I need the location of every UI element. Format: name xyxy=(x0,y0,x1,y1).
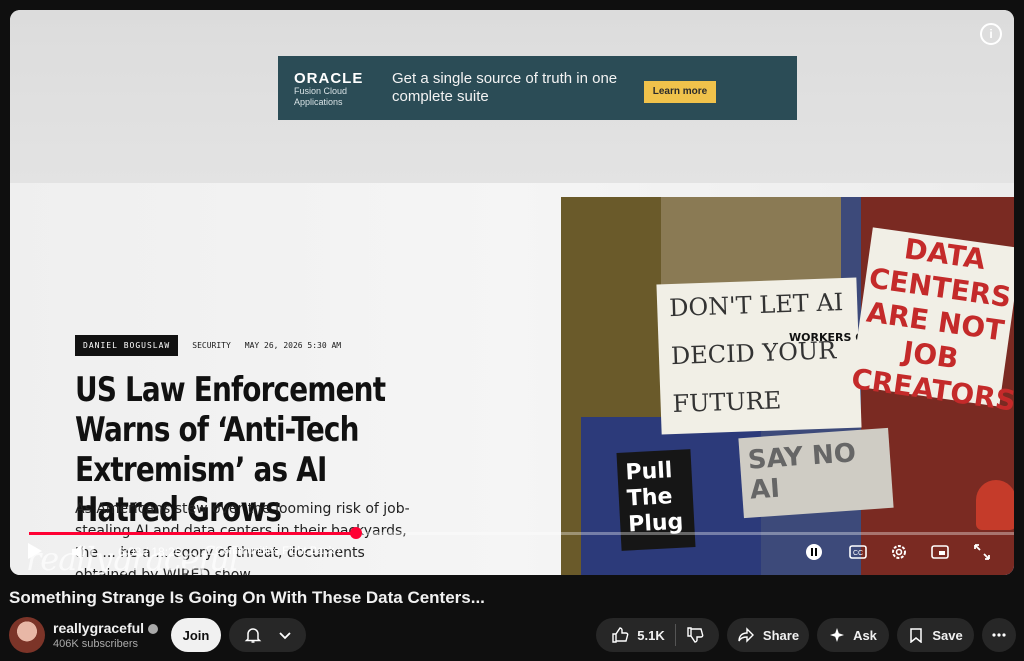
share-label: Share xyxy=(762,627,800,643)
like-count[interactable]: 5.1K xyxy=(637,628,664,643)
sign-dont-let-ai: DON'T LET AI DECID YOUR FUTURE xyxy=(656,277,862,435)
ask-label: Ask xyxy=(853,627,877,643)
article-date: MAY 26, 2026 5:30 AM xyxy=(244,340,342,350)
more-icon xyxy=(991,627,1007,643)
article-author: DANIEL BOGUSLAW xyxy=(75,334,179,356)
subscriber-count: 406K subscribers xyxy=(53,638,138,650)
share-button[interactable]: Share xyxy=(727,618,809,652)
verified-icon xyxy=(148,624,159,635)
like-dislike-bar: 5.1K xyxy=(596,618,719,652)
ad-banner[interactable]: ORACLE Fusion Cloud Applications Get a s… xyxy=(278,56,797,120)
video-player[interactable]: i ORACLE Fusion Cloud Applications Get a… xyxy=(10,10,1014,575)
progress-bar[interactable] xyxy=(29,527,1014,539)
chapter-title[interactable]: Communities Fight Back › xyxy=(215,545,341,557)
save-icon xyxy=(908,627,924,643)
ask-icon xyxy=(829,627,845,643)
ad-learn-more-button[interactable]: Learn more xyxy=(644,81,716,103)
article-byline: DANIEL BOGUSLAW SECURITY MAY 26, 2026 5:… xyxy=(75,334,341,356)
volume-icon[interactable] xyxy=(70,543,86,559)
ad-copy: Get a single source of truth in one comp… xyxy=(392,70,618,105)
fullscreen-icon[interactable] xyxy=(972,542,992,562)
creator-pip xyxy=(976,480,1014,530)
join-button[interactable]: Join xyxy=(171,618,221,652)
progress-fill xyxy=(29,532,357,535)
play-icon[interactable] xyxy=(28,543,42,559)
sign-data-centers: DATA CENTERS ARE NOT JOB CREATORS! xyxy=(849,227,1014,419)
ad-brand: ORACLE xyxy=(294,70,364,87)
notifications-button[interactable] xyxy=(229,618,306,652)
article-section: SECURITY xyxy=(192,340,231,350)
bell-icon xyxy=(244,626,262,644)
like-divider xyxy=(674,624,676,646)
save-button[interactable]: Save xyxy=(897,618,974,652)
ask-button[interactable]: Ask xyxy=(817,618,889,652)
share-icon xyxy=(737,626,755,644)
video-title: Something Strange Is Going On With These… xyxy=(9,588,485,607)
chevron-down-icon xyxy=(278,628,292,642)
settings-icon[interactable] xyxy=(889,542,909,562)
pause-icon[interactable] xyxy=(804,542,824,562)
save-label: Save xyxy=(932,627,963,643)
time-display: 6:08 / 18:26 xyxy=(118,545,182,559)
miniplayer-icon[interactable] xyxy=(930,542,950,562)
channel-name[interactable]: reallygraceful xyxy=(53,620,159,636)
dislike-icon[interactable] xyxy=(686,626,704,644)
info-icon[interactable]: i xyxy=(980,23,1002,45)
sign-pull-the-plug: Pull The Plug xyxy=(616,449,696,551)
channel-avatar[interactable] xyxy=(9,617,45,653)
chevron-right-icon: › xyxy=(337,545,341,557)
cc-icon[interactable]: CC xyxy=(848,542,868,562)
channel-name-text: reallygraceful xyxy=(53,620,145,636)
like-icon[interactable] xyxy=(611,626,629,644)
more-button[interactable] xyxy=(982,618,1016,652)
chapter-label: Communities Fight Back xyxy=(215,545,335,557)
ad-brand-sub: Fusion Cloud Applications xyxy=(294,86,348,107)
svg-text:CC: CC xyxy=(853,550,863,557)
sign-say-no-ai: SAY NO AI xyxy=(738,427,894,519)
player-controls: 6:08 / 18:26 Communities Fight Back › CC xyxy=(10,537,1014,567)
protest-collage: DON'T LET AI DECID YOUR FUTURE WORKERS O… xyxy=(561,197,1014,575)
